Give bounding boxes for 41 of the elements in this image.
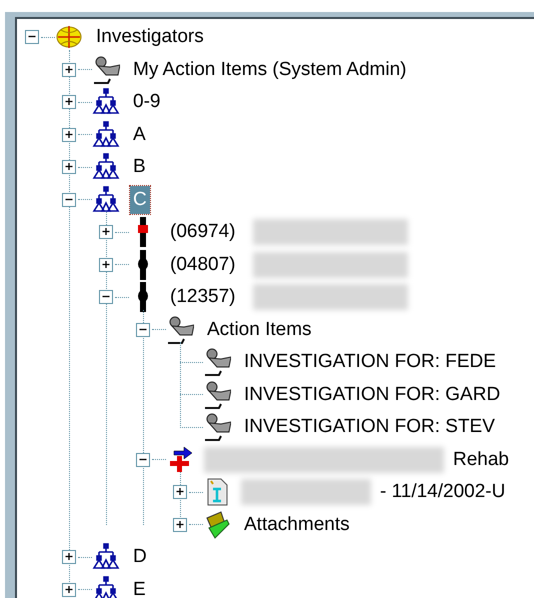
expand-icon[interactable] bbox=[99, 258, 113, 272]
figure-with-phone-icon bbox=[203, 412, 231, 442]
expand-icon[interactable] bbox=[62, 95, 76, 110]
collapse-icon[interactable] bbox=[25, 30, 39, 44]
org-chart-icon bbox=[92, 120, 120, 150]
figure-with-phone-icon bbox=[166, 314, 194, 345]
org-chart-icon bbox=[92, 574, 120, 598]
tree-item[interactable]: INVESTIGATION FOR: STEV bbox=[241, 413, 498, 442]
figure-with-phone-icon bbox=[92, 54, 120, 85]
expand-icon[interactable] bbox=[173, 485, 187, 500]
expand-icon[interactable] bbox=[62, 550, 76, 564]
collapse-icon[interactable] bbox=[136, 322, 150, 337]
expand-icon[interactable] bbox=[99, 225, 113, 240]
collapse-icon[interactable] bbox=[62, 192, 76, 207]
tree-item[interactable]: Action Items bbox=[204, 316, 315, 344]
tree-item[interactable]: INVESTIGATION FOR: FEDE bbox=[241, 348, 499, 376]
collapse-icon[interactable] bbox=[136, 452, 150, 467]
tree-item[interactable]: (06974) bbox=[167, 218, 238, 246]
expand-icon[interactable] bbox=[62, 160, 76, 174]
tree-item[interactable]: (12357) bbox=[167, 283, 238, 312]
tree-item[interactable]: Investigators bbox=[93, 23, 207, 52]
expand-icon[interactable] bbox=[62, 128, 76, 142]
tree-item[interactable]: Attachments bbox=[241, 510, 353, 539]
tree-item[interactable]: 0-9 bbox=[130, 88, 164, 116]
figure-with-phone-icon bbox=[203, 347, 231, 378]
tree-item[interactable]: - 11/14/2002-U bbox=[377, 478, 508, 506]
tree-item[interactable]: INVESTIGATION FOR: GARD bbox=[241, 380, 504, 409]
tree-item[interactable]: (04807) bbox=[167, 250, 238, 279]
expand-icon[interactable] bbox=[173, 518, 187, 532]
tree-item[interactable]: Rehab bbox=[450, 446, 512, 474]
tree-item[interactable]: C bbox=[130, 186, 150, 214]
tree-item[interactable]: D bbox=[130, 543, 150, 572]
tree-item[interactable]: My Action Items (System Admin) bbox=[130, 56, 410, 84]
tree-item[interactable]: B bbox=[130, 153, 149, 182]
org-chart-icon bbox=[92, 184, 120, 215]
tree-item[interactable]: E bbox=[130, 576, 149, 598]
figure-with-phone-icon bbox=[203, 380, 231, 410]
tree-item[interactable]: A bbox=[130, 120, 149, 149]
expand-icon[interactable] bbox=[62, 62, 76, 77]
expand-icon[interactable] bbox=[62, 582, 76, 597]
collapse-icon[interactable] bbox=[99, 290, 113, 304]
